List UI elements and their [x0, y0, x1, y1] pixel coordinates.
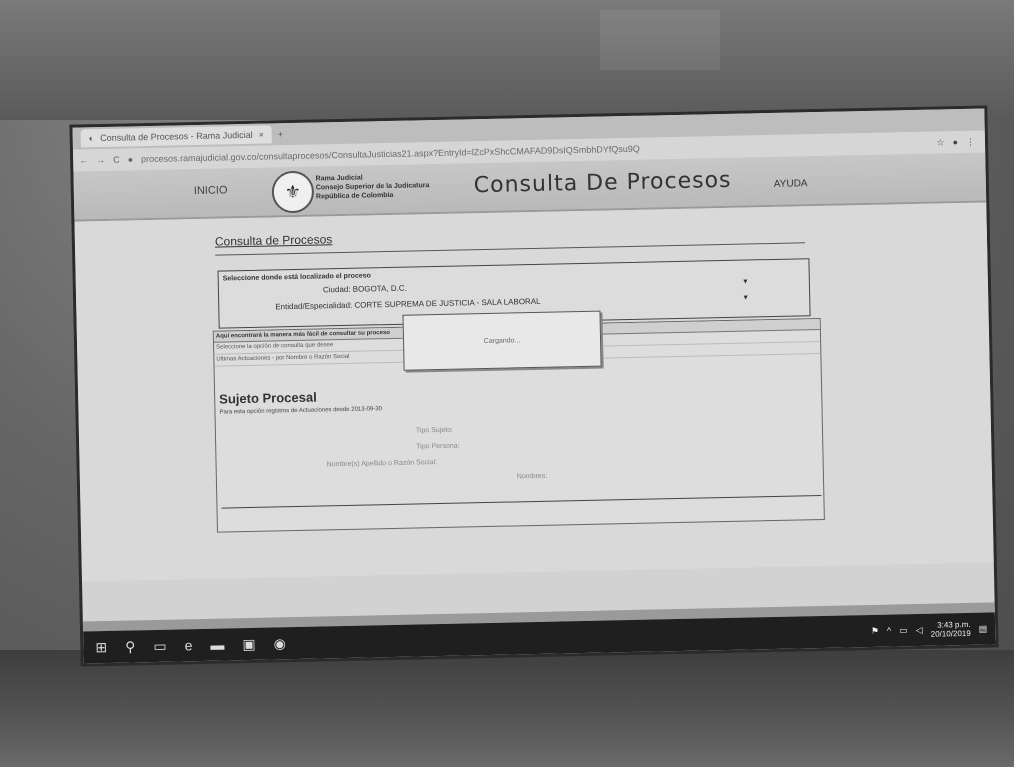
nombre-field[interactable]: Nombre(s) Apellido o Razón Social: [327, 459, 438, 468]
tab-favicon-icon: ◐ [88, 133, 95, 144]
ciudad-label: Ciudad: [322, 284, 351, 295]
page-content: Consulta de Procesos Seleccione donde es… [74, 202, 994, 582]
chrome-icon[interactable]: ◉ [273, 635, 286, 652]
entidad-select[interactable]: CORTE SUPREMA DE JUSTICIA - SALA LABORAL [354, 297, 540, 310]
sujeto-subtitle: Para esta opción registros de Actuacione… [219, 406, 382, 416]
windows-start-icon[interactable]: ⊞ [95, 638, 107, 655]
entity-name: Rama Judicial Consejo Superior de la Jud… [316, 172, 430, 201]
file-explorer-icon[interactable]: ▬ [210, 636, 224, 653]
loading-popup: Cargando... [402, 310, 602, 371]
task-view-icon[interactable]: ▭ [153, 637, 167, 654]
edge-icon[interactable]: e [184, 637, 192, 654]
ayuda-link[interactable]: AYUDA [774, 178, 808, 190]
entidad-label: Entidad/Especialidad: [275, 300, 353, 312]
reload-icon[interactable]: C [113, 155, 120, 165]
lock-icon: ● [127, 154, 134, 165]
tray-chevron-icon[interactable]: ^ [887, 626, 891, 636]
system-clock[interactable]: 3:43 p.m. 20/10/2019 [930, 620, 971, 639]
location-label: Seleccione donde está localizado el proc… [222, 272, 371, 283]
volume-icon[interactable]: ◁ [916, 624, 923, 635]
browser-screen: ◐ Consulta de Procesos - Rama Judicial ×… [72, 108, 996, 664]
monitor-bezel-bottom [0, 650, 1014, 767]
network-icon[interactable]: ▭ [899, 625, 908, 636]
coat-of-arms-icon: ⚜ [271, 170, 315, 214]
search-icon[interactable]: ⚲ [125, 638, 136, 655]
browser-tab[interactable]: ◐ Consulta de Procesos - Rama Judicial × [80, 125, 273, 148]
monitor-bezel-top [0, 0, 1014, 120]
chevron-down-icon[interactable]: ▼ [742, 294, 749, 301]
back-icon[interactable]: ← [79, 155, 88, 165]
profile-icon[interactable]: ● [952, 137, 958, 148]
menu-icon[interactable]: ⋮ [966, 136, 975, 147]
clock-date: 20/10/2019 [930, 628, 971, 639]
tipo-sujeto-field[interactable]: Tipo Sujeto: [416, 427, 453, 435]
chevron-down-icon[interactable]: ▼ [742, 278, 749, 285]
new-tab-button[interactable]: + [278, 129, 283, 139]
inicio-link[interactable]: INICIO [194, 184, 228, 197]
ciudad-row: Ciudad: BOGOTA, D.C. [323, 284, 407, 295]
entity-line: República de Colombia [315, 191, 394, 201]
ciudad-select[interactable]: BOGOTA, D.C. [353, 284, 407, 294]
nombres-field[interactable]: Nombres: [517, 473, 547, 481]
light-reflection [600, 10, 720, 70]
sujeto-procesal-heading: Sujeto Procesal [219, 389, 317, 407]
forward-icon[interactable]: → [96, 155, 105, 165]
header-title: Consulta De Procesos [473, 167, 732, 199]
divider [221, 495, 822, 509]
tab-close-icon[interactable]: × [259, 130, 264, 140]
notifications-icon[interactable]: ▤ [979, 623, 988, 634]
entidad-row: Entidad/Especialidad: CORTE SUPREMA DE J… [275, 297, 540, 312]
people-icon[interactable]: ⚑ [871, 625, 879, 636]
page-title: Consulta de Procesos [214, 232, 333, 249]
tipo-persona-field[interactable]: Tipo Persona: [416, 443, 459, 451]
tab-title: Consulta de Procesos - Rama Judicial [100, 129, 253, 144]
store-icon[interactable]: ▣ [242, 635, 256, 652]
star-icon[interactable]: ☆ [936, 137, 944, 148]
